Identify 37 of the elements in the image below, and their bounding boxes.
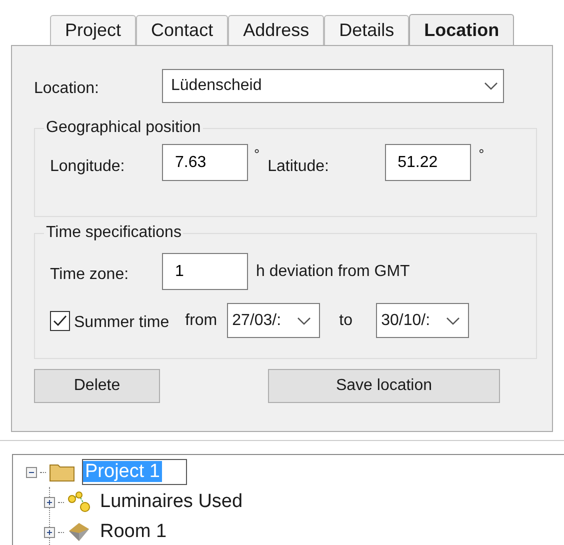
nodes-icon: [67, 491, 91, 513]
field-label: Latitude:: [268, 156, 330, 176]
unit-text: °: [478, 145, 484, 164]
delete-button[interactable]: Delete: [34, 369, 160, 403]
collapse-icon[interactable]: [26, 466, 37, 478]
chevron-down-icon: [297, 316, 312, 324]
unit-text: °: [254, 145, 260, 164]
tree-item[interactable]: Room 1: [98, 520, 169, 544]
chevron-down-icon: [446, 316, 460, 324]
time-zone-field[interactable]: 1: [162, 253, 248, 290]
latitude-field[interactable]: 51.22: [384, 144, 471, 181]
field-label: Time zone:: [50, 264, 130, 284]
date-picker[interactable]: 30/10/:: [376, 303, 470, 338]
tree-item[interactable]: Luminaires Used: [98, 490, 245, 514]
tab[interactable]: Details: [324, 15, 410, 45]
unit-text: h deviation from GMT: [256, 262, 410, 282]
longitude-field[interactable]: 7.63: [162, 144, 248, 181]
expand-icon[interactable]: [44, 496, 55, 508]
group-title: Geographical position: [45, 118, 202, 138]
location-dropdown[interactable]: Lüdenscheid: [162, 69, 504, 103]
to-label: to: [339, 310, 354, 330]
field-label: Longitude:: [50, 156, 126, 176]
tab[interactable]: Address: [228, 15, 324, 45]
tab[interactable]: Project: [50, 15, 136, 45]
from-label: from: [185, 310, 218, 330]
folder-icon: [49, 462, 75, 482]
expand-icon[interactable]: [44, 526, 55, 538]
date-picker[interactable]: 27/03/:: [227, 303, 320, 338]
chevron-down-icon: [484, 82, 498, 90]
field-label: Location:: [34, 79, 100, 99]
group-title: Time specifications: [45, 223, 182, 243]
tab[interactable]: Location: [409, 14, 514, 45]
summer-time-checkbox[interactable]: Summer time: [50, 306, 170, 334]
tab[interactable]: Contact: [136, 15, 228, 45]
check-icon: [53, 314, 67, 326]
cube-icon: [67, 521, 91, 543]
save-button[interactable]: Save location: [268, 369, 500, 403]
